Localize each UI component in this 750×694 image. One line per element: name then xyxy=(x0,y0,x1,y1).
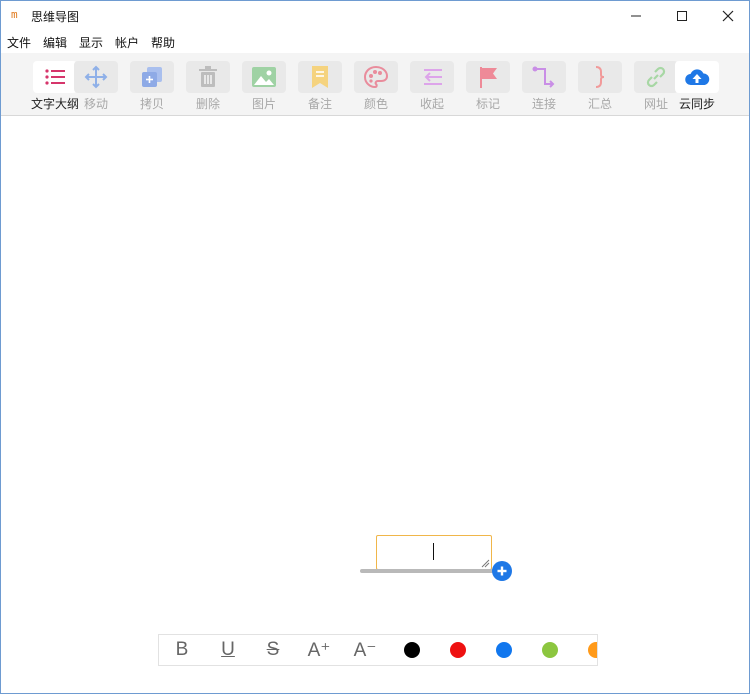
node-text-input[interactable] xyxy=(376,535,492,570)
image-icon xyxy=(252,67,276,87)
tool-collapse[interactable]: 收起 xyxy=(406,53,458,115)
mindmap-canvas[interactable]: B U S A⁺ A⁻ xyxy=(1,116,749,693)
note-icon xyxy=(312,66,328,88)
maximize-button[interactable] xyxy=(659,1,705,31)
collapse-icon xyxy=(424,69,442,85)
decrease-font-button[interactable]: A⁻ xyxy=(351,635,379,665)
tool-delete[interactable]: 删除 xyxy=(182,53,234,115)
trash-icon xyxy=(199,66,217,87)
tool-move[interactable]: 移动 xyxy=(70,53,122,115)
move-arrows-icon xyxy=(84,65,108,89)
tool-flag[interactable]: 标记 xyxy=(462,53,514,115)
increase-font-button[interactable]: A⁺ xyxy=(305,635,333,665)
outline-list-icon xyxy=(45,69,65,85)
bold-button[interactable]: B xyxy=(169,635,195,665)
tool-note-label: 备注 xyxy=(307,97,332,111)
tool-delete-label: 删除 xyxy=(195,97,220,111)
strikethrough-button[interactable]: S xyxy=(260,635,286,665)
tool-copy[interactable]: 拷贝 xyxy=(126,53,178,115)
plus-icon xyxy=(497,566,507,576)
tool-summary[interactable]: 汇总 xyxy=(574,53,626,115)
add-child-node-button[interactable] xyxy=(492,561,512,581)
menu-edit[interactable]: 编辑 xyxy=(43,34,67,51)
color-blue-swatch[interactable] xyxy=(496,642,512,658)
link-icon xyxy=(646,66,666,88)
tool-flag-label: 标记 xyxy=(475,97,500,111)
tool-summary-label: 汇总 xyxy=(587,97,612,111)
maximize-icon xyxy=(677,11,687,21)
close-button[interactable] xyxy=(705,1,749,31)
color-green-swatch[interactable] xyxy=(542,642,558,658)
tool-image-label: 图片 xyxy=(251,97,276,111)
color-black-swatch[interactable] xyxy=(404,642,420,658)
color-orange-swatch[interactable] xyxy=(588,642,597,658)
node-underline xyxy=(360,569,494,573)
flag-icon xyxy=(480,67,497,88)
tool-cloud-sync-label: 云同步 xyxy=(678,97,715,111)
menu-view[interactable]: 显示 xyxy=(79,34,103,51)
menu-account[interactable]: 帐户 xyxy=(115,34,139,51)
app-window: m 思维导图 文件 编辑 显示 帐户 帮助 文字大纲 移动 拷贝 删除 图片 备… xyxy=(0,0,750,694)
text-caret xyxy=(433,543,434,560)
tool-connect[interactable]: 连接 xyxy=(518,53,570,115)
tool-cloud-sync[interactable]: 云同步 xyxy=(671,53,723,115)
minimize-icon xyxy=(631,15,641,17)
tool-image[interactable]: 图片 xyxy=(238,53,290,115)
menu-help[interactable]: 帮助 xyxy=(151,34,175,51)
tool-connect-label: 连接 xyxy=(531,97,556,111)
tool-color-label: 颜色 xyxy=(363,97,388,111)
minimize-button[interactable] xyxy=(613,1,659,31)
window-title: 思维导图 xyxy=(31,10,80,24)
copy-icon xyxy=(142,67,162,87)
app-logo-icon: m xyxy=(11,8,18,21)
tool-copy-label: 拷贝 xyxy=(139,97,164,111)
color-red-swatch[interactable] xyxy=(450,642,466,658)
tool-move-label: 移动 xyxy=(83,97,108,111)
tool-note[interactable]: 备注 xyxy=(294,53,346,115)
tool-collapse-label: 收起 xyxy=(419,97,444,111)
underline-button[interactable]: U xyxy=(215,635,241,665)
connect-icon xyxy=(532,66,555,88)
close-icon xyxy=(722,10,734,22)
title-bar: m 思维导图 xyxy=(1,1,749,31)
resize-grip-icon[interactable] xyxy=(481,559,490,568)
brace-icon xyxy=(595,66,605,88)
tool-color[interactable]: 颜色 xyxy=(350,53,402,115)
palette-icon xyxy=(364,66,388,88)
cloud-upload-icon xyxy=(685,69,710,86)
text-format-bar: B U S A⁺ A⁻ xyxy=(158,634,598,666)
menu-bar: 文件 编辑 显示 帐户 帮助 xyxy=(1,31,749,53)
toolbar: 文字大纲 移动 拷贝 删除 图片 备注 颜色 收起 标记 连接 汇总 网址 云同… xyxy=(1,53,749,116)
menu-file[interactable]: 文件 xyxy=(7,34,31,51)
